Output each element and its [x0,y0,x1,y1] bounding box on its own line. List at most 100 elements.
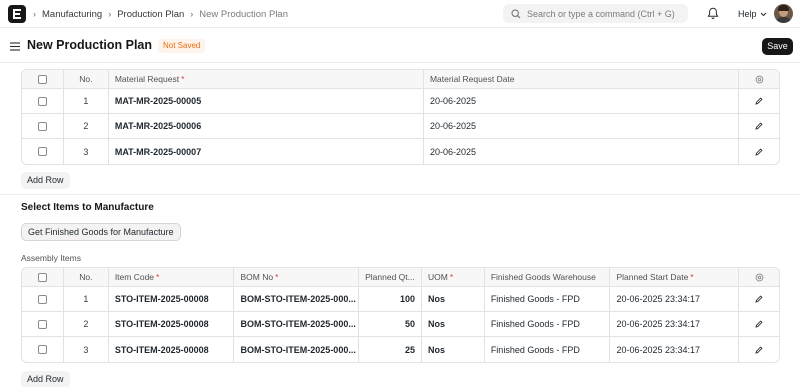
planned-qty-cell[interactable]: 100 [359,287,422,311]
add-row-button[interactable]: Add Row [21,371,70,387]
table-row[interactable]: 2 MAT-MR-2025-00006 20-06-2025 [22,114,779,139]
page-header: New Production Plan Not Saved Save [0,28,800,62]
settings-icon[interactable] [755,273,764,282]
row-check-cell [22,114,64,138]
chevron-right-icon: › [190,9,194,19]
row-edit-cell [739,139,779,164]
row-checkbox[interactable] [37,121,47,131]
hamburger-icon[interactable] [10,42,20,54]
breadcrumb-production-plan[interactable]: Production Plan [117,9,184,20]
table-row[interactable]: 2 STO-ITEM-2025-00008 BOM-STO-ITEM-2025-… [22,312,779,337]
top-navbar: › Manufacturing › Production Plan › New … [0,0,800,28]
search-icon [511,8,521,18]
row-checkbox[interactable] [37,294,47,304]
column-header-planned-start-date: Planned Start Date * [610,268,740,286]
column-header-bom-no: BOM No * [234,268,360,286]
item-code-cell[interactable]: STO-ITEM-2025-00008 [109,287,235,311]
row-number: 1 [64,89,109,113]
select-all-cell [22,268,64,286]
assembly-items-label: Assembly Items [21,253,81,263]
help-menu[interactable]: Help [738,0,767,28]
bom-no-cell[interactable]: BOM-STO-ITEM-2025-000... [234,312,360,336]
select-all-cell [22,70,64,88]
column-header-finished-goods-warehouse: Finished Goods Warehouse [485,268,611,286]
item-code-cell[interactable]: STO-ITEM-2025-00008 [109,337,235,362]
search-placeholder: Search or type a command (Ctrl + G) [527,8,675,19]
row-number: 2 [64,114,109,138]
row-number: 3 [64,337,109,362]
select-all-checkbox[interactable] [37,74,47,84]
edit-icon[interactable] [755,345,763,354]
warehouse-cell[interactable]: Finished Goods - FPD [485,337,611,362]
table-row[interactable]: 1 MAT-MR-2025-00005 20-06-2025 [22,89,779,114]
select-all-checkbox[interactable] [37,272,47,282]
material-request-date-cell[interactable]: 20-06-2025 [424,114,740,138]
row-checkbox[interactable] [37,319,47,329]
material-request-cell[interactable]: MAT-MR-2025-00007 [109,139,424,164]
app-logo-icon[interactable] [8,5,26,23]
status-badge: Not Saved [158,39,206,53]
row-edit-cell [739,114,779,138]
row-check-cell [22,89,64,113]
uom-cell[interactable]: Nos [422,287,485,311]
search-input[interactable]: Search or type a command (Ctrl + G) [503,4,688,23]
material-request-cell[interactable]: MAT-MR-2025-00006 [109,114,424,138]
row-check-cell [22,287,64,311]
row-checkbox[interactable] [37,147,47,156]
settings-icon[interactable] [755,75,764,84]
chevron-down-icon [760,12,766,16]
table-row[interactable]: 3 MAT-MR-2025-00007 20-06-2025 [22,139,779,164]
warehouse-cell[interactable]: Finished Goods - FPD [485,312,611,336]
row-checkbox[interactable] [37,96,47,106]
column-header-no: No. [64,268,109,286]
table-row[interactable]: 3 STO-ITEM-2025-00008 BOM-STO-ITEM-2025-… [22,337,779,362]
table-row[interactable]: 1 STO-ITEM-2025-00008 BOM-STO-ITEM-2025-… [22,287,779,312]
avatar[interactable] [774,4,793,23]
row-checkbox[interactable] [37,345,47,354]
edit-icon[interactable] [755,97,763,105]
planned-qty-cell[interactable]: 50 [359,312,422,336]
planned-start-date-cell[interactable]: 20-06-2025 23:34:17 [610,312,740,336]
bom-no-cell[interactable]: BOM-STO-ITEM-2025-000... [234,287,360,311]
assembly-items-table: No. Item Code * BOM No * Planned Qt... UOM… [21,267,780,363]
edit-icon[interactable] [755,122,763,130]
planned-start-date-cell[interactable]: 20-06-2025 23:34:17 [610,337,740,362]
material-request-cell[interactable]: MAT-MR-2025-00005 [109,89,424,113]
column-header-material-request: Material Request * [109,70,424,88]
column-header-no: No. [64,70,109,88]
row-check-cell [22,337,64,362]
help-label: Help [738,9,757,19]
item-code-cell[interactable]: STO-ITEM-2025-00008 [109,312,235,336]
column-settings-cell [739,268,779,286]
get-finished-goods-button[interactable]: Get Finished Goods for Manufacture [21,223,181,241]
planned-start-date-cell[interactable]: 20-06-2025 23:34:17 [610,287,740,311]
breadcrumb-manufacturing[interactable]: Manufacturing [42,9,102,20]
row-check-cell [22,139,64,164]
uom-cell[interactable]: Nos [422,337,485,362]
material-request-date-cell[interactable]: 20-06-2025 [424,89,740,113]
edit-icon[interactable] [755,147,763,156]
add-row-button[interactable]: Add Row [21,172,70,189]
row-edit-cell [739,89,779,113]
table-header-row: No. Material Request * Material Request D… [22,70,779,89]
column-header-material-request-date: Material Request Date [424,70,740,88]
edit-icon[interactable] [755,295,763,303]
planned-qty-cell[interactable]: 25 [359,337,422,362]
table-header-row: No. Item Code * BOM No * Planned Qt... UOM… [22,268,779,287]
chevron-right-icon: › [33,9,36,19]
column-header-planned-qty: Planned Qt... [359,268,422,286]
warehouse-cell[interactable]: Finished Goods - FPD [485,287,611,311]
material-request-date-cell[interactable]: 20-06-2025 [424,139,740,164]
page-title: New Production Plan [27,38,153,52]
row-edit-cell [739,337,779,362]
row-check-cell [22,312,64,336]
uom-cell[interactable]: Nos [422,312,485,336]
form-card: No. Material Request * Material Request D… [0,62,800,387]
save-button[interactable]: Save [762,38,793,55]
breadcrumb-current: New Production Plan [199,8,288,20]
material-request-table: No. Material Request * Material Request D… [21,69,780,165]
bell-icon[interactable] [707,7,719,23]
bom-no-cell[interactable]: BOM-STO-ITEM-2025-000... [234,337,360,362]
edit-icon[interactable] [755,320,763,328]
column-header-item-code: Item Code * [109,268,235,286]
